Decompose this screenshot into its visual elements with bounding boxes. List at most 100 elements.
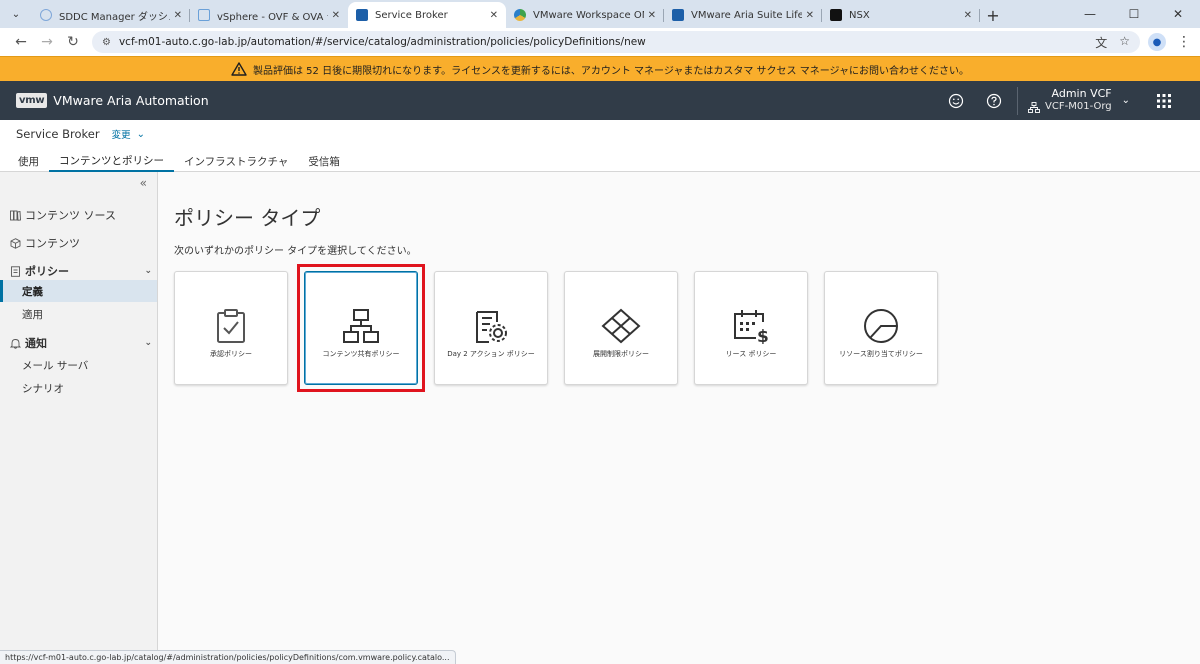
document-gear-icon xyxy=(476,311,507,343)
tab-search-chevron-icon[interactable]: ⌄ xyxy=(4,2,28,26)
aria-lifecycle-favicon-icon xyxy=(672,9,684,21)
new-tab-button[interactable]: + xyxy=(980,2,1006,28)
forward-icon[interactable]: → xyxy=(34,30,60,54)
policy-card-lease[interactable]: $ リース ポリシー xyxy=(694,271,808,385)
chevron-down-icon[interactable]: ⌄ xyxy=(1122,95,1130,106)
browser-tab-strip: ⌄ SDDC Manager ダッシュボード ✕ vSphere - OVF &… xyxy=(0,0,1200,28)
sidebar-item-label: 通知 xyxy=(25,337,47,350)
workspace-one-favicon-icon xyxy=(514,9,526,21)
browser-tab-vsphere[interactable]: vSphere - OVF & OVA テンプレー ✕ xyxy=(190,2,348,28)
vmw-logo: vmw xyxy=(16,93,48,108)
sidebar-item-label: コンテンツ ソース xyxy=(25,209,116,222)
browser-tab-label: VMware Workspace ONE xyxy=(533,9,644,21)
translate-icon[interactable]: 文 xyxy=(1095,34,1107,51)
main-content: ポリシー タイプ 次のいずれかのポリシー タイプを選択してください。 承認ポリシ… xyxy=(158,172,1200,650)
calendar-dollar-icon: $ xyxy=(734,310,769,344)
sidebar-item-scenarios[interactable]: シナリオ xyxy=(0,377,157,399)
smiley-feedback-icon[interactable] xyxy=(937,93,975,109)
sddc-favicon-icon xyxy=(40,9,52,21)
browser-tab-label: Service Broker xyxy=(375,9,448,21)
tab-inbox[interactable]: 受信箱 xyxy=(298,150,350,172)
collapse-sidebar-icon[interactable]: « xyxy=(140,176,147,190)
bookmark-star-icon[interactable]: ☆ xyxy=(1119,34,1130,51)
content-source-icon xyxy=(10,210,21,221)
policy-card-resource-quota[interactable]: リソース割り当てポリシー xyxy=(824,271,938,385)
nsx-favicon-icon xyxy=(830,9,842,21)
selection-highlight-box xyxy=(297,264,425,392)
browser-tab-label: VMware Aria Suite Lifecycle xyxy=(691,9,802,21)
policy-card-label: リソース割り当てポリシー xyxy=(839,350,923,358)
help-icon[interactable] xyxy=(975,93,1013,109)
policy-card-deployment-limit[interactable]: 展開制限ポリシー xyxy=(564,271,678,385)
close-icon[interactable]: ✕ xyxy=(174,10,182,21)
sidebar-item-content[interactable]: コンテンツ xyxy=(10,235,152,251)
page-description: 次のいずれかのポリシー タイプを選択してください。 xyxy=(174,246,417,257)
chevron-down-icon[interactable]: ⌄ xyxy=(144,266,152,276)
browser-tab-nsx[interactable]: NSX ✕ xyxy=(822,2,980,28)
close-icon[interactable]: ✕ xyxy=(490,10,498,21)
app-header: vmw VMware Aria Automation Admin VCF VCF… xyxy=(0,81,1200,120)
sidebar-item-label: ポリシー xyxy=(25,265,69,278)
sidebar-group-policy[interactable]: ポリシー ⌄ xyxy=(10,263,152,279)
browser-tab-service-broker[interactable]: Service Broker ✕ xyxy=(348,2,506,28)
vsphere-favicon-icon xyxy=(198,9,210,21)
cube-icon xyxy=(10,237,21,249)
sidebar-item-label: 定義 xyxy=(22,285,43,298)
app-title: VMware Aria Automation xyxy=(53,93,209,108)
policy-card-label: リース ポリシー xyxy=(725,350,777,358)
clipboard-check-icon xyxy=(217,309,245,343)
policy-card-approval[interactable]: 承認ポリシー xyxy=(174,271,288,385)
back-icon[interactable]: ← xyxy=(8,30,34,54)
warning-icon xyxy=(231,62,247,76)
minimize-icon[interactable]: — xyxy=(1068,0,1112,28)
sidebar-item-policy-enforcement[interactable]: 適用 xyxy=(0,303,157,325)
policy-card-day2-actions[interactable]: Day 2 アクション ポリシー xyxy=(434,271,548,385)
tab-content-and-policies[interactable]: コンテンツとポリシー xyxy=(49,150,174,172)
license-warning-banner: 製品評価は 52 日後に期限切れになります。ライセンスを更新するには、アカウント… xyxy=(0,56,1200,81)
user-name: Admin VCF xyxy=(1051,87,1112,101)
browser-tab-label: SDDC Manager ダッシュボード xyxy=(59,11,170,23)
sidebar-item-policy-definitions[interactable]: 定義 xyxy=(0,280,157,302)
service-tabs: 使用 コンテンツとポリシー インフラストラクチャ 受信箱 xyxy=(8,150,350,172)
profile-avatar-icon[interactable]: ● xyxy=(1148,33,1166,51)
tab-consume[interactable]: 使用 xyxy=(8,150,49,172)
user-menu[interactable]: Admin VCF VCF-M01-Org xyxy=(1028,87,1112,113)
change-service-link[interactable]: 変更 xyxy=(112,127,131,141)
banner-text: 製品評価は 52 日後に期限切れになります。ライセンスを更新するには、アカウント… xyxy=(252,65,970,77)
close-icon[interactable]: ✕ xyxy=(332,10,340,21)
org-name: VCF-M01-Org xyxy=(1045,101,1112,113)
browser-tab-workspace-one[interactable]: VMware Workspace ONE ✕ xyxy=(506,2,664,28)
browser-tab-aria-lifecycle[interactable]: VMware Aria Suite Lifecycle ✕ xyxy=(664,2,822,28)
close-icon[interactable]: ✕ xyxy=(806,10,814,21)
url-field[interactable]: ⚙ vcf-m01-auto.c.go-lab.jp/automation/#/… xyxy=(92,31,1140,53)
sidebar-item-label: メール サーバ xyxy=(22,359,89,372)
app-switcher-icon[interactable] xyxy=(1144,93,1184,108)
diamond-grid-icon xyxy=(601,308,641,344)
close-icon[interactable]: ✕ xyxy=(964,10,972,21)
service-broker-favicon-icon xyxy=(356,9,368,21)
org-icon xyxy=(1028,101,1040,113)
service-title: Service Broker xyxy=(16,127,100,141)
sidebar-item-mail-server[interactable]: メール サーバ xyxy=(0,354,157,376)
reload-icon[interactable]: ↻ xyxy=(60,30,86,54)
tab-infrastructure[interactable]: インフラストラクチャ xyxy=(174,150,298,172)
site-info-icon[interactable]: ⚙ xyxy=(102,37,111,48)
sidebar-item-content-sources[interactable]: コンテンツ ソース xyxy=(10,207,152,223)
chevron-down-icon[interactable]: ⌄ xyxy=(137,129,145,140)
maximize-icon[interactable]: ☐ xyxy=(1112,0,1156,28)
browser-menu-icon[interactable]: ⋮ xyxy=(1176,34,1192,50)
sidebar: « コンテンツ ソース コンテンツ ポリシー ⌄ 定義 適用 通知 ⌄ メール … xyxy=(0,172,158,650)
browser-tab-label: vSphere - OVF & OVA テンプレー xyxy=(217,11,328,23)
browser-tab-sddc[interactable]: SDDC Manager ダッシュボード ✕ xyxy=(32,2,190,28)
close-window-icon[interactable]: ✕ xyxy=(1156,0,1200,28)
bell-icon xyxy=(10,338,21,349)
chevron-down-icon[interactable]: ⌄ xyxy=(144,338,152,348)
policy-card-label: 承認ポリシー xyxy=(210,350,252,358)
policy-card-label: 展開制限ポリシー xyxy=(593,350,649,358)
sidebar-group-notifications[interactable]: 通知 ⌄ xyxy=(10,335,152,351)
service-header: Service Broker 変更 ⌄ 使用 コンテンツとポリシー インフラスト… xyxy=(0,120,1200,172)
sidebar-item-label: シナリオ xyxy=(22,382,64,395)
close-icon[interactable]: ✕ xyxy=(648,10,656,21)
svg-text:$: $ xyxy=(757,327,769,344)
pie-icon xyxy=(864,309,898,343)
